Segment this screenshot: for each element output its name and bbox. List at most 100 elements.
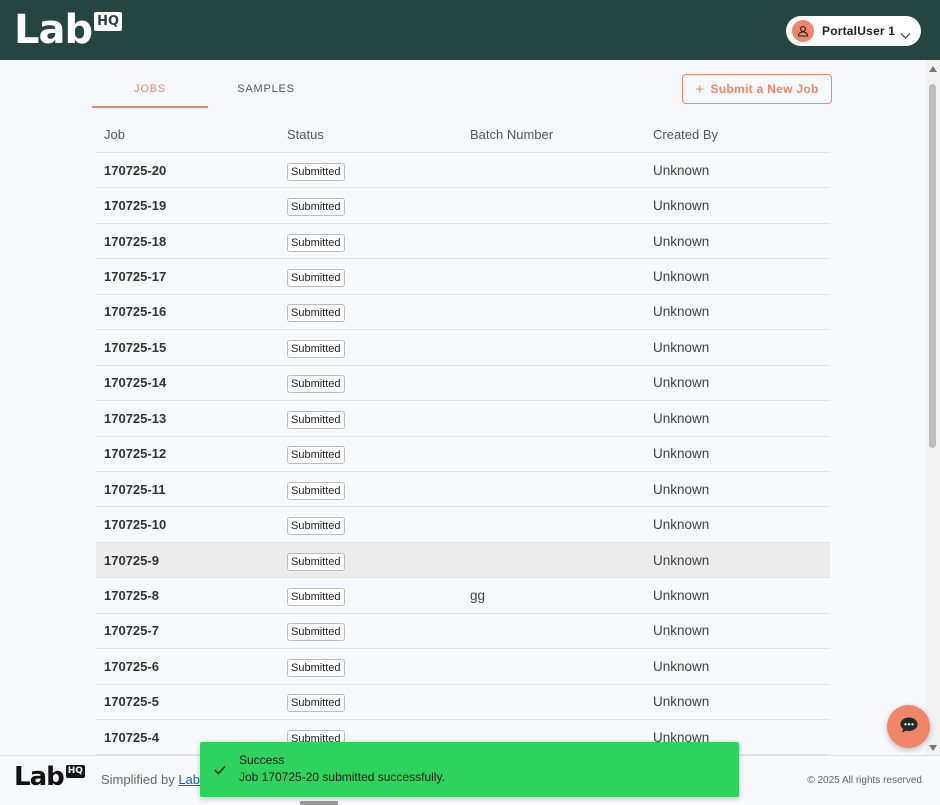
created-by-cell: Unknown — [653, 694, 710, 710]
status-badge: Submitted — [287, 304, 345, 323]
table-row[interactable]: 170725-20 Submitted Unknown — [96, 153, 830, 189]
footer-logo: Lab HQ — [14, 761, 85, 793]
status-cell: Submitted — [279, 301, 462, 323]
status-badge: Submitted — [287, 587, 345, 606]
created-by-cell: Unknown — [653, 269, 710, 285]
footer-logo-text: Lab — [14, 762, 65, 792]
created-by-cell: Unknown — [653, 198, 710, 214]
chat-bubble-icon — [899, 716, 919, 738]
job-id-cell[interactable]: 170725-7 — [96, 623, 279, 638]
batch-number-cell: gg — [470, 587, 486, 603]
status-cell: Submitted — [279, 620, 462, 642]
check-icon — [214, 762, 226, 780]
created-by-cell: Unknown — [653, 446, 710, 462]
table-row[interactable]: 170725-9 Submitted Unknown — [96, 542, 830, 579]
vertical-scrollbar[interactable] — [926, 60, 940, 755]
job-id-cell[interactable]: 170725-20 — [96, 163, 279, 178]
table-row[interactable]: 170725-8 Submitted gg Unknown — [96, 578, 830, 614]
app-logo[interactable]: Lab HQ — [14, 6, 123, 54]
status-cell: Submitted — [279, 231, 462, 252]
status-cell: Submitted — [279, 266, 462, 288]
status-badge: Submitted — [287, 198, 345, 217]
created-by-cell: Unknown — [653, 162, 710, 178]
scroll-down-arrow-icon[interactable] — [929, 745, 937, 751]
status-cell: Submitted — [279, 195, 462, 217]
job-id-cell[interactable]: 170725-19 — [96, 198, 279, 213]
status-cell: Submitted — [279, 443, 462, 465]
chat-button[interactable] — [887, 705, 930, 748]
created-by-cell: Unknown — [653, 339, 710, 355]
toast-message: Job 170725-20 submitted successfully. — [239, 770, 445, 784]
table-row[interactable]: 170725-10 Submitted Unknown — [96, 507, 830, 543]
header-job[interactable]: Job — [96, 127, 279, 142]
table-row[interactable]: 170725-11 Submitted Unknown — [96, 472, 830, 508]
user-menu-button[interactable]: PortalUser 1 — [786, 16, 921, 46]
job-id-cell[interactable]: 170725-9 — [96, 553, 279, 568]
table-row[interactable]: 170725-16 Submitted Unknown — [96, 295, 830, 331]
scroll-thumb[interactable] — [929, 84, 936, 448]
scroll-up-arrow-icon[interactable] — [929, 66, 937, 72]
table-row[interactable]: 170725-19 Submitted Unknown — [96, 188, 830, 224]
table-row[interactable]: 170725-5 Submitted Unknown — [96, 685, 830, 720]
user-name: PortalUser 1 — [822, 24, 896, 38]
created-by-cell: Unknown — [653, 517, 710, 533]
table-row[interactable]: 170725-7 Submitted Unknown — [96, 614, 830, 650]
status-badge: Submitted — [287, 162, 345, 181]
job-id-cell[interactable]: 170725-8 — [96, 588, 279, 603]
job-id-cell[interactable]: 170725-18 — [96, 234, 279, 249]
submit-new-job-button[interactable]: + Submit a New Job — [682, 74, 832, 104]
created-by-cell: Unknown — [653, 587, 710, 603]
table-row[interactable]: 170725-14 Submitted Unknown — [96, 366, 830, 402]
tab-jobs[interactable]: JOBS — [92, 74, 208, 108]
status-badge: Submitted — [287, 233, 345, 252]
header-status[interactable]: Status — [279, 127, 462, 142]
job-id-cell[interactable]: 170725-17 — [96, 269, 279, 284]
job-id-cell[interactable]: 170725-6 — [96, 659, 279, 674]
job-id-cell[interactable]: 170725-16 — [96, 304, 279, 319]
created-by-cell: Unknown — [653, 304, 710, 320]
status-badge: Submitted — [287, 446, 345, 465]
job-id-cell[interactable]: 170725-10 — [96, 517, 279, 532]
footer-simplified-by: Simplified by Lab — [101, 772, 200, 787]
window-resize-handle[interactable] — [300, 801, 338, 805]
tab-bar: JOBS SAMPLES — [92, 74, 324, 108]
table-row[interactable]: 170725-13 Submitted Unknown — [96, 401, 830, 437]
status-badge: Submitted — [287, 375, 345, 394]
table-row[interactable]: 170725-17 Submitted Unknown — [96, 259, 830, 295]
logo-text: Lab — [14, 7, 93, 53]
created-by-cell: Unknown — [653, 410, 710, 426]
table-row[interactable]: 170725-18 Submitted Unknown — [96, 224, 830, 260]
status-cell: Submitted — [279, 372, 462, 394]
job-id-cell[interactable]: 170725-5 — [96, 694, 279, 709]
plus-icon: + — [695, 80, 705, 98]
success-toast[interactable]: Success Job 170725-20 submitted successf… — [200, 742, 739, 797]
table-row[interactable]: 170725-15 Submitted Unknown — [96, 330, 830, 366]
jobs-table: Job Status Batch Number Created By 17072… — [96, 117, 830, 756]
footer-logo-badge: HQ — [65, 765, 85, 778]
header-created-by[interactable]: Created By — [645, 127, 830, 142]
job-id-cell[interactable]: 170725-15 — [96, 340, 279, 355]
status-cell: Submitted — [279, 479, 462, 500]
user-icon — [792, 20, 814, 42]
status-badge: Submitted — [287, 517, 345, 536]
job-id-cell[interactable]: 170725-13 — [96, 411, 279, 426]
status-cell: Submitted — [279, 550, 462, 571]
created-by-cell: Unknown — [653, 658, 710, 674]
table-row[interactable]: 170725-12 Submitted Unknown — [96, 437, 830, 472]
status-cell: Submitted — [279, 408, 462, 429]
top-header: Lab HQ PortalUser 1 — [0, 0, 940, 60]
created-by-cell: Unknown — [653, 623, 710, 639]
footer-link[interactable]: Lab — [178, 772, 200, 787]
status-badge: Submitted — [287, 623, 345, 642]
created-by-cell: Unknown — [653, 375, 710, 391]
status-cell: Submitted — [279, 656, 462, 677]
table-row[interactable]: 170725-6 Submitted Unknown — [96, 649, 830, 685]
created-by-cell: Unknown — [653, 481, 710, 497]
table-body: 170725-20 Submitted Unknown 170725-19 Submit… — [96, 153, 830, 756]
job-id-cell[interactable]: 170725-12 — [96, 446, 279, 461]
job-id-cell[interactable]: 170725-14 — [96, 375, 279, 390]
tab-samples[interactable]: SAMPLES — [208, 74, 324, 108]
status-cell: Submitted — [279, 585, 462, 606]
header-batch-number[interactable]: Batch Number — [462, 127, 645, 142]
job-id-cell[interactable]: 170725-11 — [96, 482, 279, 497]
